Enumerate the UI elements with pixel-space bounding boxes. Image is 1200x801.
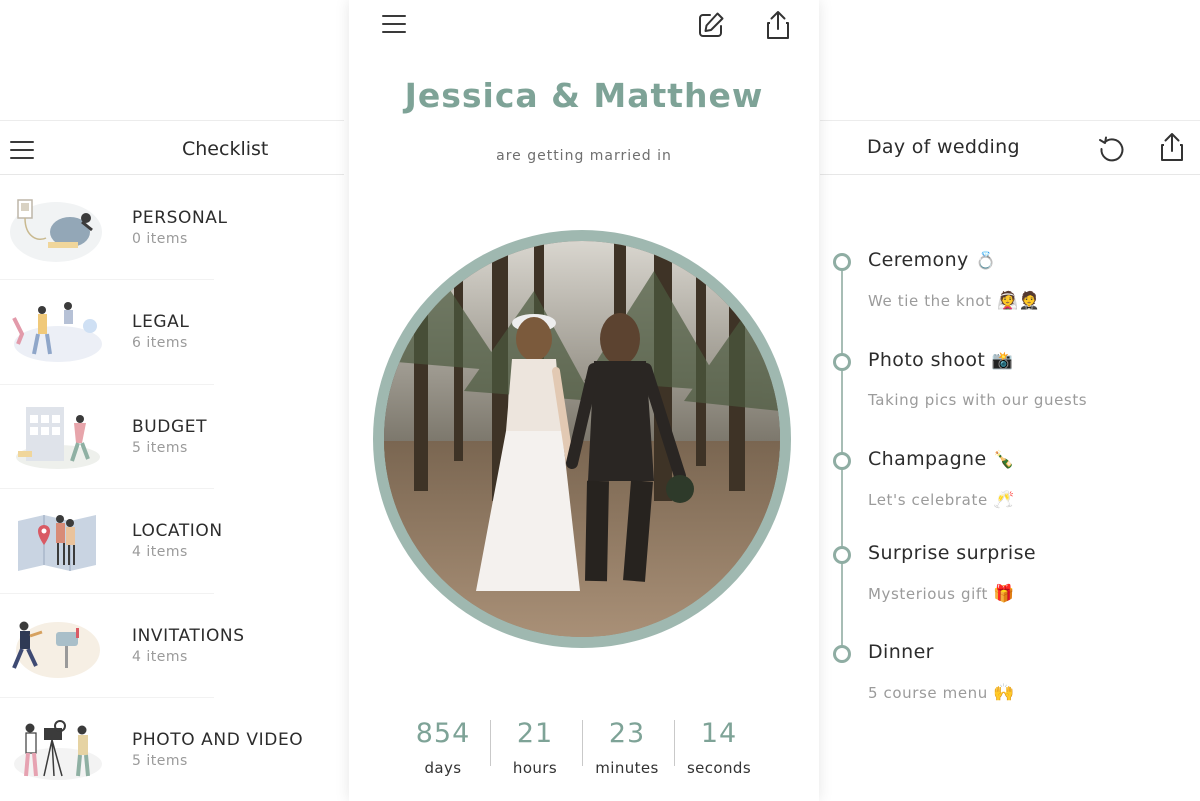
category-photo-and-video[interactable]: PHOTO AND VIDEO 5 items bbox=[0, 698, 344, 801]
countdown-label: seconds bbox=[686, 759, 752, 777]
category-list: PERSONAL 0 items LEGAL 6 items BUDGET 5 … bbox=[0, 176, 344, 801]
category-location[interactable]: LOCATION 4 items bbox=[0, 489, 344, 594]
countdown-hours: 21 hours bbox=[489, 718, 581, 777]
timeline-event-champagne[interactable]: Champagne 🍾 Let's celebrate 🥂 bbox=[820, 448, 1200, 538]
category-name: PERSONAL bbox=[132, 208, 228, 228]
event-title-text: Champagne bbox=[868, 448, 987, 470]
countdown-value: 21 bbox=[516, 718, 554, 749]
event-subtitle: 5 course menu 🙌 bbox=[868, 683, 1015, 703]
timeline-event-dinner[interactable]: Dinner 5 course menu 🙌 bbox=[820, 641, 1200, 731]
timeline-event-photo-shoot[interactable]: Photo shoot 📸 Taking pics with our guest… bbox=[820, 349, 1200, 439]
event-title: Ceremony 💍 bbox=[868, 249, 997, 271]
day-of-wedding-title: Day of wedding bbox=[867, 136, 1020, 158]
event-title: Surprise surprise bbox=[868, 542, 1036, 564]
category-count: 4 items bbox=[132, 544, 188, 561]
countdown-label: hours bbox=[512, 759, 558, 777]
checklist-header: Checklist bbox=[0, 121, 344, 175]
checklist-screen: Checklist PERSONAL 0 items LEGAL 6 items… bbox=[0, 120, 344, 801]
event-subtitle: Let's celebrate 🥂 bbox=[868, 490, 1015, 510]
countdown-timer: 854 days 21 hours 23 minutes 14 seconds bbox=[397, 718, 769, 798]
share-icon[interactable] bbox=[1159, 132, 1185, 162]
category-personal[interactable]: PERSONAL 0 items bbox=[0, 176, 344, 281]
event-title-text: Ceremony bbox=[868, 249, 969, 271]
bride-groom-icon: 👰🤵 bbox=[997, 291, 1041, 311]
event-title-text: Surprise surprise bbox=[868, 542, 1036, 564]
budget-illustration-icon bbox=[16, 406, 100, 469]
event-subtitle-text: Taking pics with our guests bbox=[868, 391, 1088, 409]
timeline-dot bbox=[833, 645, 851, 663]
countdown-value: 14 bbox=[700, 718, 738, 749]
category-count: 4 items bbox=[132, 648, 188, 665]
clinking-glasses-icon: 🥂 bbox=[993, 490, 1015, 510]
category-name: BUDGET bbox=[132, 416, 208, 437]
menu-icon[interactable] bbox=[382, 15, 406, 33]
raised-hands-icon: 🙌 bbox=[993, 683, 1016, 703]
countdown-days: 854 days bbox=[397, 718, 489, 777]
photo-video-illustration-icon bbox=[14, 719, 102, 780]
refresh-icon[interactable] bbox=[1097, 134, 1127, 164]
category-name: PHOTO AND VIDEO bbox=[132, 729, 304, 750]
countdown-label: days bbox=[424, 759, 462, 777]
category-name: LOCATION bbox=[132, 521, 223, 542]
category-count: 6 items bbox=[132, 335, 188, 352]
gift-icon: 🎁 bbox=[993, 584, 1016, 604]
invitations-illustration-icon bbox=[12, 621, 100, 678]
event-title: Photo shoot 📸 bbox=[868, 349, 1013, 371]
legal-illustration-icon bbox=[12, 302, 102, 363]
category-legal[interactable]: LEGAL 6 items bbox=[0, 280, 344, 385]
category-count: 5 items bbox=[132, 752, 188, 769]
timeline-dot bbox=[833, 546, 851, 564]
location-illustration-icon bbox=[18, 515, 96, 572]
event-subtitle: We tie the knot 👰🤵 bbox=[868, 291, 1041, 311]
countdown-minutes: 23 minutes bbox=[581, 718, 673, 777]
timeline-event-ceremony[interactable]: Ceremony 💍 We tie the knot 👰🤵 bbox=[820, 249, 1200, 339]
timeline-dot bbox=[833, 353, 851, 371]
event-title-text: Dinner bbox=[868, 641, 934, 663]
event-title: Champagne 🍾 bbox=[868, 448, 1015, 470]
checklist-title: Checklist bbox=[182, 138, 269, 160]
champagne-bottle-icon: 🍾 bbox=[993, 450, 1015, 470]
edit-icon[interactable] bbox=[697, 11, 725, 39]
countdown-screen: Jessica & Matthew are getting married in bbox=[349, 0, 819, 801]
event-title: Dinner bbox=[868, 641, 934, 663]
share-icon[interactable] bbox=[765, 10, 791, 40]
day-of-wedding-screen: Day of wedding Ceremony 💍 We tie the kno… bbox=[820, 120, 1200, 801]
event-subtitle: Mysterious gift 🎁 bbox=[868, 584, 1015, 604]
event-subtitle: Taking pics with our guests bbox=[868, 391, 1087, 409]
event-subtitle-text: 5 course menu bbox=[868, 684, 988, 702]
countdown-label: minutes bbox=[595, 759, 659, 777]
countdown-value: 23 bbox=[608, 718, 646, 749]
countdown-seconds: 14 seconds bbox=[673, 718, 765, 777]
category-invitations[interactable]: INVITATIONS 4 items bbox=[0, 594, 344, 698]
countdown-subtitle: are getting married in bbox=[496, 148, 672, 164]
camera-icon: 📸 bbox=[991, 351, 1014, 371]
timeline-dot bbox=[833, 452, 851, 470]
timeline-dot bbox=[833, 253, 851, 271]
event-subtitle-text: We tie the knot bbox=[868, 292, 992, 310]
event-subtitle-text: Let's celebrate bbox=[868, 491, 988, 509]
couple-photo bbox=[384, 241, 780, 637]
category-count: 5 items bbox=[132, 439, 188, 456]
event-title-text: Photo shoot bbox=[868, 349, 986, 371]
category-budget[interactable]: BUDGET 5 items bbox=[0, 385, 344, 490]
category-name: LEGAL bbox=[132, 312, 190, 333]
couple-photo-frame bbox=[373, 230, 791, 648]
category-count: 0 items bbox=[132, 231, 188, 247]
timeline-event-surprise[interactable]: Surprise surprise Mysterious gift 🎁 bbox=[820, 542, 1200, 632]
category-name: INVITATIONS bbox=[132, 625, 245, 646]
event-subtitle-text: Mysterious gift bbox=[868, 585, 988, 603]
countdown-value: 854 bbox=[415, 718, 471, 749]
ring-icon: 💍 bbox=[975, 251, 997, 271]
couple-names: Jessica & Matthew bbox=[404, 76, 764, 115]
personal-illustration-icon bbox=[10, 199, 102, 262]
day-of-wedding-header: Day of wedding bbox=[820, 121, 1200, 175]
